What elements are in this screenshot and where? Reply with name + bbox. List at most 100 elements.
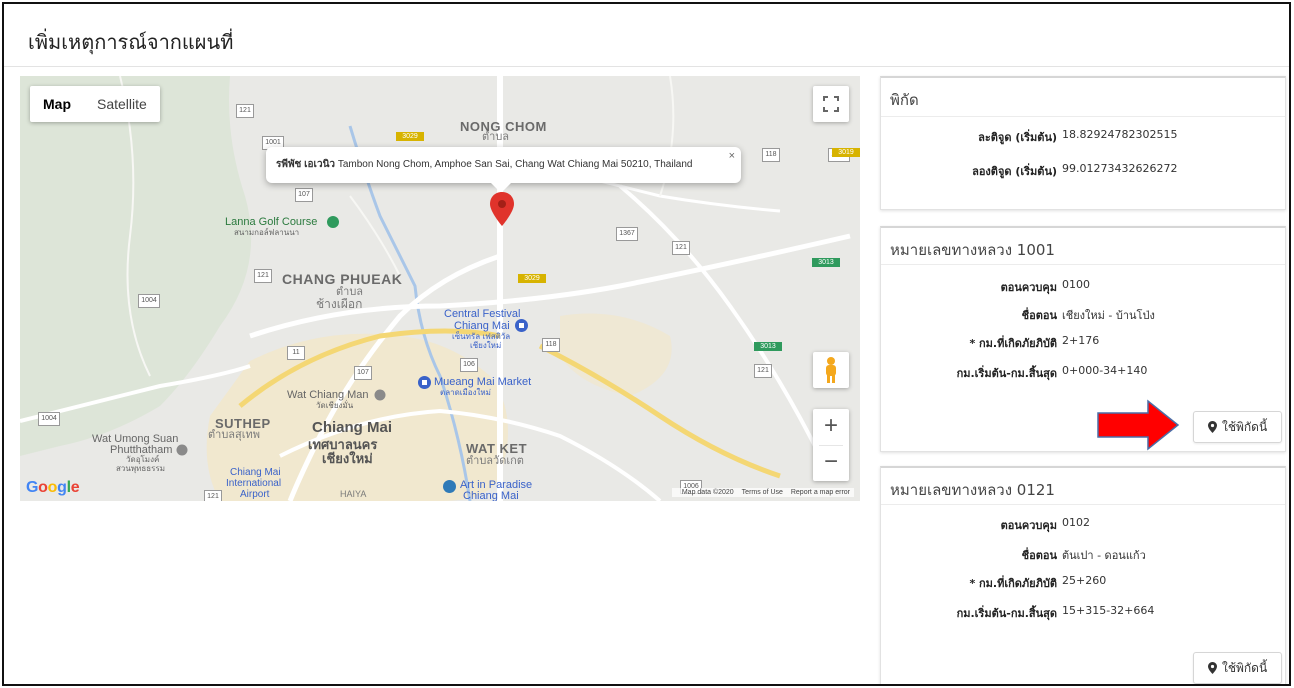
route-shield: 121 [236, 104, 254, 118]
route-shield: 1004 [138, 294, 160, 308]
map-attribution: Map data ©2020 Terms of Use Report a map… [671, 488, 854, 497]
info-row: กม.เริ่มต้น-กม.สิ้นสุด 15+315-32+664 [881, 604, 1287, 624]
temple-pin-icon [374, 389, 386, 401]
pegman-icon [826, 357, 836, 383]
km-range-label: กม.เริ่มต้น-กม.สิ้นสุด [956, 607, 1057, 620]
infowindow-address: Tambon Nong Chom, Amphoe San Sai, Chang … [337, 159, 693, 170]
control-section-value: 0102 [1062, 516, 1090, 529]
route-marker: 3029 [396, 132, 424, 141]
coordinates-card-title: พิกัด [890, 91, 919, 109]
coord-row-latitude: ละติจูด (เริ่มต้น) 18.82924782302515 [881, 128, 1287, 148]
map-pin-icon [1208, 662, 1217, 674]
google-logo: Google [26, 479, 80, 496]
label-central-festival-2: Chiang Mai [454, 320, 510, 332]
latitude-label: ละติจูด (เริ่มต้น) [978, 131, 1057, 144]
label-central-festival-th2: เชียงใหม่ [470, 341, 502, 350]
km-range-value: 0+000-34+140 [1062, 364, 1148, 377]
label-central-festival: Central Festival [444, 308, 521, 320]
label-wat-chiang-man-th: วัดเชียงมั่น [316, 401, 354, 410]
label-lanna-golf: Lanna Golf Course [225, 216, 318, 228]
use-coordinates-button[interactable]: ใช้พิกัดนี้ [1193, 411, 1283, 443]
info-row: * กม.ที่เกิดภัยภิบัติ 2+176 [881, 334, 1287, 354]
incident-km-value: 25+260 [1062, 574, 1107, 587]
section-name-value: เชียงใหม่ - บ้านโป่ง [1062, 309, 1155, 322]
map-type-satellite-button[interactable]: Satellite [84, 86, 160, 122]
label-wat-umong-th2: สวนพุทธธรรม [116, 464, 166, 473]
shopping-pin-icon [515, 319, 528, 332]
coordinates-card: พิกัด ละติจูด (เริ่มต้น) 18.829247823025… [880, 76, 1286, 210]
longitude-label: ลองติจูด (เริ่มต้น) [972, 165, 1057, 178]
street-view-pegman[interactable] [813, 352, 849, 388]
label-nong-chom-th: ตำบล [482, 131, 510, 143]
label-mueang-market-th: ตลาดเมืองใหม่ [440, 388, 491, 397]
info-row: * กม.ที่เกิดภัยภิบัติ 25+260 [881, 574, 1287, 594]
report-map-error-link[interactable]: Report a map error [791, 489, 850, 496]
route-shield: 121 [254, 269, 272, 283]
card-divider [881, 116, 1285, 117]
coord-row-longitude: ลองติจูด (เริ่มต้น) 99.01273432626272 [881, 162, 1287, 182]
fullscreen-icon [823, 96, 839, 112]
zoom-in-button[interactable]: + [813, 409, 849, 445]
zoom-control: + − [813, 409, 849, 481]
label-lanna-golf-th: สนามกอล์ฟลานนา [234, 228, 300, 237]
label-haiya: HAIYA [340, 489, 367, 499]
control-section-value: 0100 [1062, 278, 1090, 291]
label-chang-phueak-th2: ช้างเผือก [316, 297, 363, 311]
incident-km-value: 2+176 [1062, 334, 1100, 347]
route-marker: 3029 [518, 274, 546, 283]
highway-card-title: หมายเลขทางหลวง 0121 [890, 481, 1055, 499]
route-shield: 107 [354, 366, 372, 380]
highway-card-1001: หมายเลขทางหลวง 1001 ตอนควบคุม 0100 ชื่อต… [880, 226, 1286, 452]
control-section-label: ตอนควบคุม [1000, 519, 1057, 532]
highway-card-title: หมายเลขทางหลวง 1001 [890, 241, 1055, 259]
golf-pin-icon [327, 216, 339, 228]
section-name-label: ชื่อตอน [1021, 309, 1057, 322]
use-coordinates-button[interactable]: ใช้พิกัดนี้ [1193, 652, 1283, 684]
route-shield: 106 [460, 358, 478, 372]
title-divider [4, 66, 1289, 67]
page-title: เพิ่มเหตุการณ์จากแผนที่ [28, 30, 234, 54]
highway-card-0121: หมายเลขทางหลวง 0121 ตอนควบคุม 0102 ชื่อต… [880, 466, 1287, 684]
latitude-value: 18.82924782302515 [1062, 128, 1178, 141]
label-airport: Chiang Mai [230, 467, 281, 478]
info-row: ตอนควบคุม 0100 [881, 278, 1287, 298]
infowindow-place-name: รพีพัช เอเวนิว [276, 159, 336, 170]
route-shield: 118 [762, 148, 780, 162]
label-chang-phueak: CHANG PHUEAK [282, 271, 403, 287]
route-marker: 3019 [832, 148, 860, 157]
map-type-control: Map Satellite [30, 86, 160, 122]
label-wat-ket-th: ตำบลวัดเกต [466, 455, 524, 467]
section-name-value: ต้นเปา - ดอนแก้ว [1062, 549, 1146, 562]
card-divider [881, 264, 1285, 265]
use-coordinates-label: ใช้พิกัดนี้ [1222, 420, 1268, 434]
info-row: กม.เริ่มต้น-กม.สิ้นสุด 0+000-34+140 [881, 364, 1287, 384]
label-suthep-th: ตำบลสุเทพ [208, 429, 261, 441]
map-infowindow: รพีพัช เอเวนิว Tambon Nong Chom, Amphoe … [266, 147, 741, 193]
route-marker: 3013 [812, 258, 840, 267]
zoom-out-button[interactable]: − [813, 445, 849, 481]
route-shield: 121 [672, 241, 690, 255]
fullscreen-button[interactable] [813, 86, 849, 122]
red-arrow [1097, 399, 1180, 451]
label-mueang-market: Mueang Mai Market [434, 376, 532, 388]
attraction-pin-icon [443, 480, 456, 493]
map-pin-icon [1208, 421, 1217, 433]
use-coordinates-label: ใช้พิกัดนี้ [1222, 661, 1268, 675]
route-shield: 107 [295, 188, 313, 202]
page-frame: เพิ่มเหตุการณ์จากแผนที่ Map Satellite 12… [2, 2, 1291, 686]
km-range-value: 15+315-32+664 [1062, 604, 1155, 617]
zoom-divider [819, 445, 843, 446]
route-shield: 1367 [616, 227, 638, 241]
label-art-paradise-2: Chiang Mai [463, 490, 519, 501]
section-name-label: ชื่อตอน [1021, 549, 1057, 562]
infowindow-close-button[interactable]: × [729, 149, 735, 163]
route-shield: 121 [204, 490, 222, 501]
terms-of-use-link[interactable]: Terms of Use [742, 489, 783, 496]
label-airport-3: Airport [240, 489, 270, 500]
longitude-value: 99.01273432626272 [1062, 162, 1178, 175]
map-type-map-button[interactable]: Map [30, 86, 84, 122]
label-chiang-mai-th2: เชียงใหม่ [322, 451, 373, 466]
map-view[interactable]: Map Satellite 121 1001 107 1367 121 121 … [20, 76, 860, 501]
route-shield: 11 [287, 346, 305, 360]
map-pin-icon[interactable] [490, 192, 514, 226]
